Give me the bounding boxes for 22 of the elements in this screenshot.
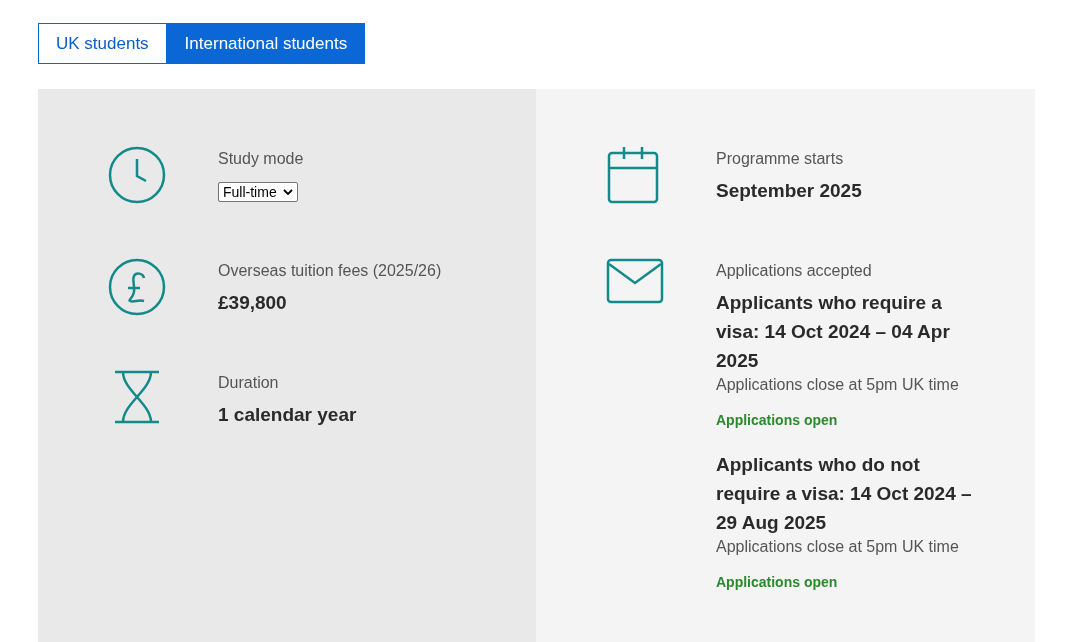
info-label: Applications accepted <box>716 261 873 281</box>
info-label: Study mode <box>218 149 305 169</box>
info-value: £39,800 <box>218 291 288 315</box>
tab[interactable]: International students <box>166 23 366 64</box>
calendar-icon <box>606 146 660 204</box>
info-label: Duration <box>218 373 280 393</box>
pound-icon <box>108 258 166 316</box>
info-value: September 2025 <box>716 179 863 203</box>
closing-note: Applications close at 5pm UK time <box>716 537 960 557</box>
envelope-icon <box>606 258 664 304</box>
info-value: Applicants who do not require a visa: 14 Oct 2024 – 29 Aug 2025 <box>716 453 973 535</box>
info-label: Programme starts <box>716 149 845 169</box>
study-mode-select[interactable]: Full-time <box>218 182 298 202</box>
info-label: Overseas tuition fees (2025/26) <box>218 261 443 281</box>
status-text: Applications open <box>716 412 839 428</box>
chevron-down-icon <box>282 188 293 196</box>
info-value: 1 calendar year <box>218 403 358 427</box>
clock-icon <box>108 146 166 204</box>
status-text: Applications open <box>716 574 839 590</box>
tab[interactable]: UK students <box>38 23 167 64</box>
closing-note: Applications close at 5pm UK time <box>716 375 960 395</box>
info-value: Applicants who require a visa: 14 Oct 2024 – 04 Apr 2025 <box>716 291 951 373</box>
